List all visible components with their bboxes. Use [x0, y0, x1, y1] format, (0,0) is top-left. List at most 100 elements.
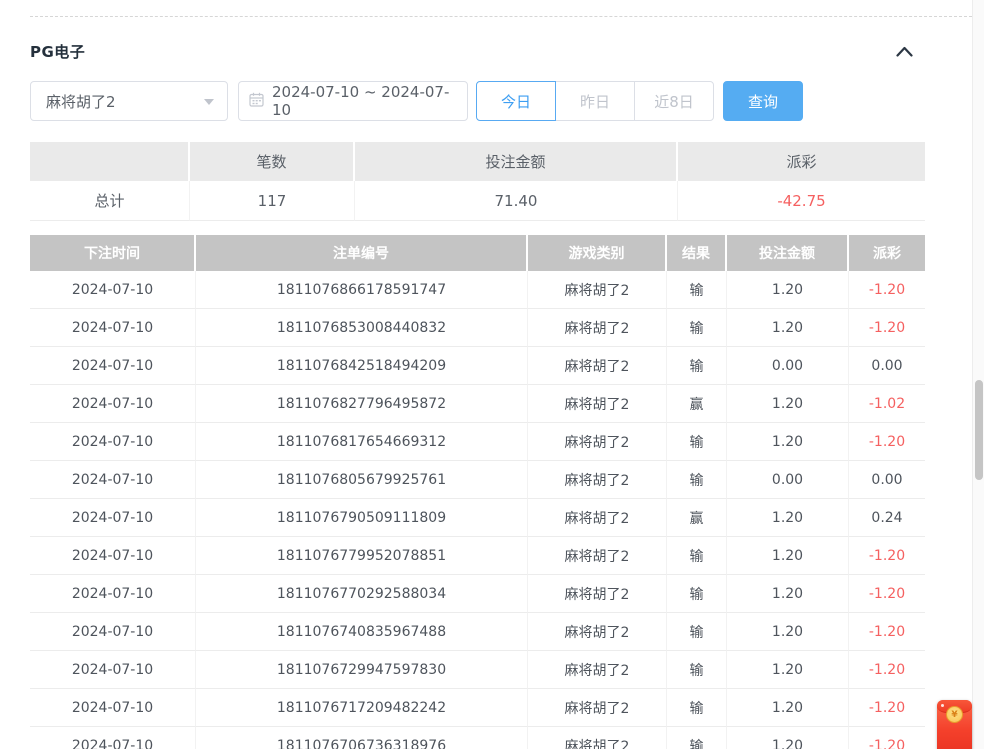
date-range-value: 2024-07-10 ~ 2024-07-10	[272, 83, 457, 119]
bet-amount-cell: 0.00	[727, 347, 849, 385]
table-row: 2024-07-101811076853008440832麻将胡了2输1.20-…	[30, 309, 925, 347]
bet-time-cell: 2024-07-10	[30, 461, 196, 499]
summary-header-payout: 派彩	[678, 142, 925, 181]
order-id-cell: 1811076706736318976	[196, 727, 528, 749]
quick-date-buttons: 今日 昨日 近8日	[476, 81, 714, 121]
result-cell: 输	[667, 461, 727, 499]
bet-time-cell: 2024-07-10	[30, 271, 196, 309]
payout-cell: -1.20	[849, 727, 925, 749]
payout-cell: -1.20	[849, 423, 925, 461]
vertical-scrollbar[interactable]	[972, 0, 984, 749]
table-row: 2024-07-101811076740835967488麻将胡了2输1.20-…	[30, 613, 925, 651]
bet-amount-cell: 1.20	[727, 499, 849, 537]
game-type-cell: 麻将胡了2	[528, 461, 667, 499]
payout-cell: 0.00	[849, 347, 925, 385]
bet-time-cell: 2024-07-10	[30, 499, 196, 537]
bet-time-cell: 2024-07-10	[30, 651, 196, 689]
order-id-cell: 1811076740835967488	[196, 613, 528, 651]
game-type-cell: 麻将胡了2	[528, 309, 667, 347]
summary-total-row: 总计 117 71.40 -42.75	[30, 181, 925, 221]
section-divider	[30, 16, 972, 17]
collapse-button[interactable]	[891, 41, 917, 61]
bet-time-cell: 2024-07-10	[30, 385, 196, 423]
order-id-cell: 1811076842518494209	[196, 347, 528, 385]
table-row: 2024-07-101811076866178591747麻将胡了2输1.20-…	[30, 271, 925, 309]
order-id-cell: 1811076853008440832	[196, 309, 528, 347]
game-type-cell: 麻将胡了2	[528, 385, 667, 423]
bet-amount-cell: 0.00	[727, 461, 849, 499]
bet-time-cell: 2024-07-10	[30, 727, 196, 749]
bet-time-cell: 2024-07-10	[30, 689, 196, 727]
order-id-cell: 1811076779952078851	[196, 537, 528, 575]
payout-cell: 0.24	[849, 499, 925, 537]
bet-time-cell: 2024-07-10	[30, 423, 196, 461]
bet-amount-cell: 1.20	[727, 271, 849, 309]
chevron-up-icon	[896, 42, 913, 61]
header-bet-time: 下注时间	[30, 235, 196, 271]
result-cell: 输	[667, 727, 727, 749]
envelope-shine-dot	[941, 704, 944, 707]
scrollbar-thumb[interactable]	[975, 380, 983, 480]
bet-amount-cell: 1.20	[727, 727, 849, 749]
header-payout: 派彩	[849, 235, 925, 271]
game-type-cell: 麻将胡了2	[528, 271, 667, 309]
payout-cell: -1.20	[849, 537, 925, 575]
order-id-cell: 1811076717209482242	[196, 689, 528, 727]
result-cell: 输	[667, 309, 727, 347]
bet-time-cell: 2024-07-10	[30, 309, 196, 347]
query-button[interactable]: 查询	[723, 81, 803, 121]
order-id-cell: 1811076790509111809	[196, 499, 528, 537]
table-row: 2024-07-101811076729947597830麻将胡了2输1.20-…	[30, 651, 925, 689]
red-envelope-icon[interactable]: ¥	[937, 700, 972, 749]
bet-amount-cell: 1.20	[727, 423, 849, 461]
bet-records-table: 下注时间 注单编号 游戏类别 结果 投注金额 派彩 2024-07-101811…	[30, 235, 925, 749]
table-row: 2024-07-101811076706736318976麻将胡了2输1.20-…	[30, 727, 925, 749]
game-select-value: 麻将胡了2	[46, 91, 116, 112]
header-result: 结果	[667, 235, 727, 271]
table-row: 2024-07-101811076817654669312麻将胡了2输1.20-…	[30, 423, 925, 461]
betting-records-panel: PG电子 麻将胡了2	[0, 0, 984, 749]
table-row: 2024-07-101811076779952078851麻将胡了2输1.20-…	[30, 537, 925, 575]
payout-cell: -1.20	[849, 613, 925, 651]
header-order-id: 注单编号	[196, 235, 528, 271]
summary-table: 笔数 投注金额 派彩 总计 117 71.40 -42.75	[30, 142, 925, 221]
page-title: PG电子	[30, 41, 85, 62]
result-cell: 输	[667, 689, 727, 727]
bet-amount-cell: 1.20	[727, 537, 849, 575]
game-type-cell: 麻将胡了2	[528, 499, 667, 537]
header-bet-amount: 投注金额	[727, 235, 849, 271]
game-type-cell: 麻将胡了2	[528, 575, 667, 613]
summary-total-label: 总计	[30, 181, 190, 221]
result-cell: 输	[667, 347, 727, 385]
payout-cell: -1.02	[849, 385, 925, 423]
header-game-type: 游戏类别	[528, 235, 667, 271]
game-type-cell: 麻将胡了2	[528, 347, 667, 385]
today-button[interactable]: 今日	[476, 81, 556, 121]
result-cell: 输	[667, 613, 727, 651]
payout-cell: -1.20	[849, 651, 925, 689]
order-id-cell: 1811076770292588034	[196, 575, 528, 613]
bet-amount-cell: 1.20	[727, 385, 849, 423]
result-cell: 输	[667, 271, 727, 309]
payout-cell: -1.20	[849, 309, 925, 347]
table-row: 2024-07-101811076770292588034麻将胡了2输1.20-…	[30, 575, 925, 613]
table-row: 2024-07-101811076842518494209麻将胡了2输0.000…	[30, 347, 925, 385]
bet-amount-cell: 1.20	[727, 309, 849, 347]
summary-payout-value: -42.75	[678, 181, 925, 221]
result-cell: 输	[667, 537, 727, 575]
calendar-icon	[249, 92, 272, 111]
bet-time-cell: 2024-07-10	[30, 613, 196, 651]
table-header-row: 下注时间 注单编号 游戏类别 结果 投注金额 派彩	[30, 235, 925, 271]
result-cell: 输	[667, 575, 727, 613]
yesterday-button[interactable]: 昨日	[555, 81, 635, 121]
payout-cell: -1.20	[849, 689, 925, 727]
panel-header: PG电子	[30, 40, 925, 62]
bet-time-cell: 2024-07-10	[30, 347, 196, 385]
result-cell: 输	[667, 423, 727, 461]
date-range-picker[interactable]: 2024-07-10 ~ 2024-07-10	[238, 81, 468, 121]
game-select[interactable]: 麻将胡了2	[30, 81, 228, 121]
bet-time-cell: 2024-07-10	[30, 575, 196, 613]
order-id-cell: 1811076827796495872	[196, 385, 528, 423]
last-8-days-button[interactable]: 近8日	[634, 81, 714, 121]
table-row: 2024-07-101811076805679925761麻将胡了2输0.000…	[30, 461, 925, 499]
